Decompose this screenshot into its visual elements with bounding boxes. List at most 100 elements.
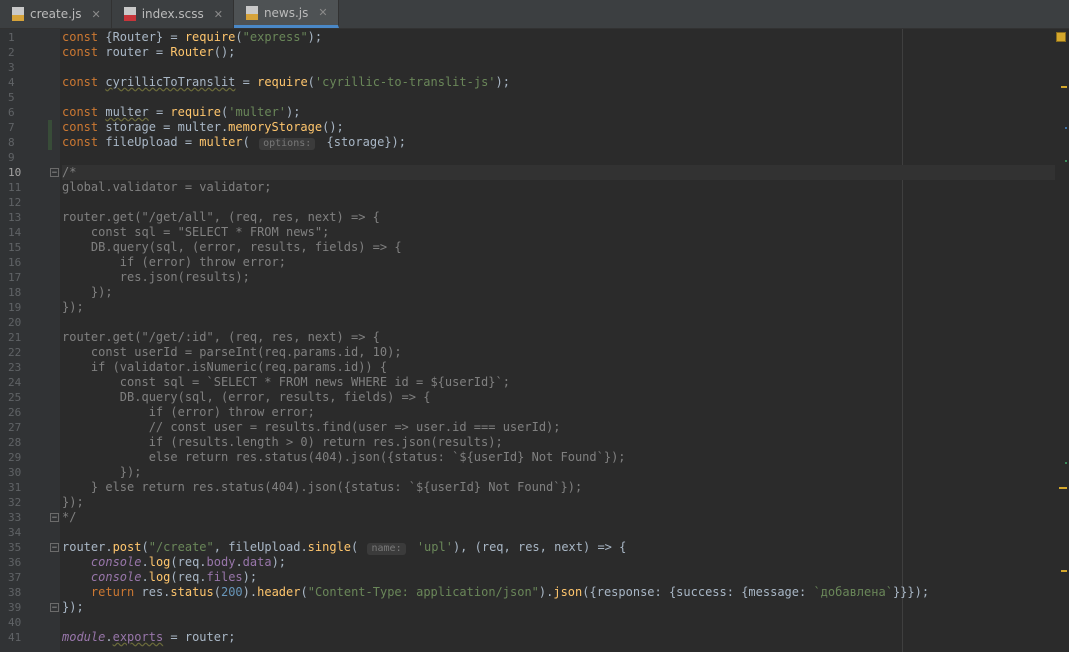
line-number: 34 bbox=[8, 526, 22, 539]
line-number: 6 bbox=[8, 106, 15, 119]
line-number: 18 bbox=[8, 286, 22, 299]
line-number: 38 bbox=[8, 586, 22, 599]
fold-toggle-icon[interactable]: − bbox=[50, 513, 59, 523]
close-tab-icon[interactable]: ✕ bbox=[318, 6, 327, 19]
code-line[interactable]: */ bbox=[62, 510, 1057, 525]
code-line[interactable]: else return res.status(404).json({status… bbox=[62, 450, 1057, 465]
code-line[interactable]: router.get("/get/all", (req, res, next) … bbox=[62, 210, 1057, 225]
line-number: 17 bbox=[8, 271, 22, 284]
code-line[interactable] bbox=[62, 60, 1057, 75]
code-area[interactable]: const {Router} = require("express"); cons… bbox=[62, 29, 1057, 652]
line-number: 36 bbox=[8, 556, 22, 569]
js-file-icon bbox=[245, 5, 258, 20]
fold-toggle-icon[interactable]: − bbox=[50, 543, 59, 553]
code-line[interactable]: }); bbox=[62, 285, 1057, 300]
code-line[interactable] bbox=[62, 195, 1057, 210]
line-number: 14 bbox=[8, 226, 22, 239]
line-number: 4 bbox=[8, 76, 15, 89]
line-number: 2 bbox=[8, 46, 15, 59]
line-number: 7 bbox=[8, 121, 15, 134]
fold-toggle-icon[interactable]: − bbox=[50, 168, 59, 178]
code-line[interactable]: // const user = results.find(user => use… bbox=[62, 420, 1057, 435]
code-line[interactable]: }); bbox=[62, 465, 1057, 480]
line-number: 8 bbox=[8, 136, 15, 149]
line-number: 35 bbox=[8, 541, 22, 554]
fold-toggle-icon[interactable]: − bbox=[50, 603, 59, 613]
scrollbar-marker[interactable] bbox=[1061, 570, 1067, 572]
code-line[interactable]: if (error) throw error; bbox=[62, 405, 1057, 420]
code-line[interactable]: }); bbox=[62, 300, 1057, 315]
line-number: 12 bbox=[8, 196, 22, 209]
code-line[interactable]: const multer = require('multer'); bbox=[62, 105, 1057, 120]
tab-label: create.js bbox=[30, 7, 82, 21]
code-line[interactable]: DB.query(sql, (error, results, fields) =… bbox=[62, 240, 1057, 255]
code-line[interactable] bbox=[62, 150, 1057, 165]
line-number: 19 bbox=[8, 301, 22, 314]
code-line[interactable]: const storage = multer.memoryStorage(); bbox=[62, 120, 1057, 135]
code-line[interactable]: const sql = "SELECT * FROM news"; bbox=[62, 225, 1057, 240]
tab-label: index.scss bbox=[141, 7, 204, 21]
line-number-gutter[interactable]: 1 2 3 4 5 6 7 8 9 10 11 12 13 14 15 16 17 18 19 20 21 22 23 24 2… bbox=[0, 29, 60, 652]
line-number: 5 bbox=[8, 91, 15, 104]
code-line[interactable]: if (results.length > 0) return res.json(… bbox=[62, 435, 1057, 450]
error-stripe-scrollbar[interactable] bbox=[1055, 29, 1069, 652]
code-line[interactable]: const fileUpload = multer( options: {sto… bbox=[62, 135, 1057, 150]
code-line[interactable]: const router = Router(); bbox=[62, 45, 1057, 60]
code-line[interactable]: module.exports = router; bbox=[62, 630, 1057, 645]
code-line[interactable]: router.post("/create", fileUpload.single… bbox=[62, 540, 1057, 555]
code-line[interactable]: global.validator = validator; bbox=[62, 180, 1057, 195]
line-number: 11 bbox=[8, 181, 22, 194]
line-number: 27 bbox=[8, 421, 22, 434]
code-line[interactable]: console.log(req.body.data); bbox=[62, 555, 1057, 570]
code-line[interactable] bbox=[62, 615, 1057, 630]
parameter-hint: name: bbox=[367, 543, 406, 555]
code-line[interactable]: res.json(results); bbox=[62, 270, 1057, 285]
tab-news-js[interactable]: news.js ✕ bbox=[233, 0, 339, 28]
code-line[interactable]: const sql = `SELECT * FROM news WHERE id… bbox=[62, 375, 1057, 390]
code-line[interactable]: const {Router} = require("express"); bbox=[62, 30, 1057, 45]
line-number: 28 bbox=[8, 436, 22, 449]
line-number: 1 bbox=[8, 31, 15, 44]
tab-index-scss[interactable]: index.scss ✕ bbox=[112, 0, 234, 28]
line-number: 24 bbox=[8, 376, 22, 389]
code-line[interactable]: console.log(req.files); bbox=[62, 570, 1057, 585]
code-line[interactable]: } else return res.status(404).json({stat… bbox=[62, 480, 1057, 495]
line-number: 31 bbox=[8, 481, 22, 494]
code-line[interactable]: DB.query(sql, (error, results, fields) =… bbox=[62, 390, 1057, 405]
line-number: 3 bbox=[8, 61, 15, 74]
line-number: 30 bbox=[8, 466, 22, 479]
code-line[interactable]: if (error) throw error; bbox=[62, 255, 1057, 270]
line-number: 26 bbox=[8, 406, 22, 419]
scss-file-icon bbox=[123, 7, 136, 21]
scrollbar-marker[interactable] bbox=[1059, 487, 1067, 489]
line-number: 39 bbox=[8, 601, 22, 614]
line-number: 33 bbox=[8, 511, 22, 524]
scrollbar-marker[interactable] bbox=[1065, 160, 1067, 162]
code-line[interactable]: }); bbox=[62, 495, 1057, 510]
warning-indicator-icon[interactable] bbox=[1056, 32, 1066, 42]
code-line[interactable] bbox=[62, 315, 1057, 330]
line-number: 29 bbox=[8, 451, 22, 464]
code-line[interactable]: /* bbox=[62, 165, 1057, 180]
code-editor[interactable]: 1 2 3 4 5 6 7 8 9 10 11 12 13 14 15 16 17 18 19 20 21 22 23 24 2… bbox=[0, 29, 1069, 652]
scrollbar-marker[interactable] bbox=[1065, 462, 1067, 464]
parameter-hint: options: bbox=[259, 138, 316, 150]
scrollbar-marker[interactable] bbox=[1061, 86, 1067, 88]
code-line[interactable]: const userId = parseInt(req.params.id, 1… bbox=[62, 345, 1057, 360]
vcs-change-marker[interactable] bbox=[48, 120, 52, 150]
close-tab-icon[interactable]: ✕ bbox=[214, 8, 223, 21]
close-tab-icon[interactable]: ✕ bbox=[92, 8, 101, 21]
code-line[interactable] bbox=[62, 90, 1057, 105]
code-line[interactable]: if (validator.isNumeric(req.params.id)) … bbox=[62, 360, 1057, 375]
code-line[interactable]: router.get("/get/:id", (req, res, next) … bbox=[62, 330, 1057, 345]
editor-tab-bar: create.js ✕ index.scss ✕ news.js ✕ bbox=[0, 0, 1069, 29]
line-number: 21 bbox=[8, 331, 22, 344]
tab-create-js[interactable]: create.js ✕ bbox=[0, 0, 112, 28]
line-number: 37 bbox=[8, 571, 22, 584]
code-line[interactable]: return res.status(200).header("Content-T… bbox=[62, 585, 1057, 600]
code-line[interactable]: }); bbox=[62, 600, 1057, 615]
scrollbar-marker[interactable] bbox=[1065, 127, 1067, 129]
code-line[interactable] bbox=[62, 525, 1057, 540]
code-line[interactable]: const cyrillicToTranslit = require('cyri… bbox=[62, 75, 1057, 90]
line-number: 13 bbox=[8, 211, 22, 224]
